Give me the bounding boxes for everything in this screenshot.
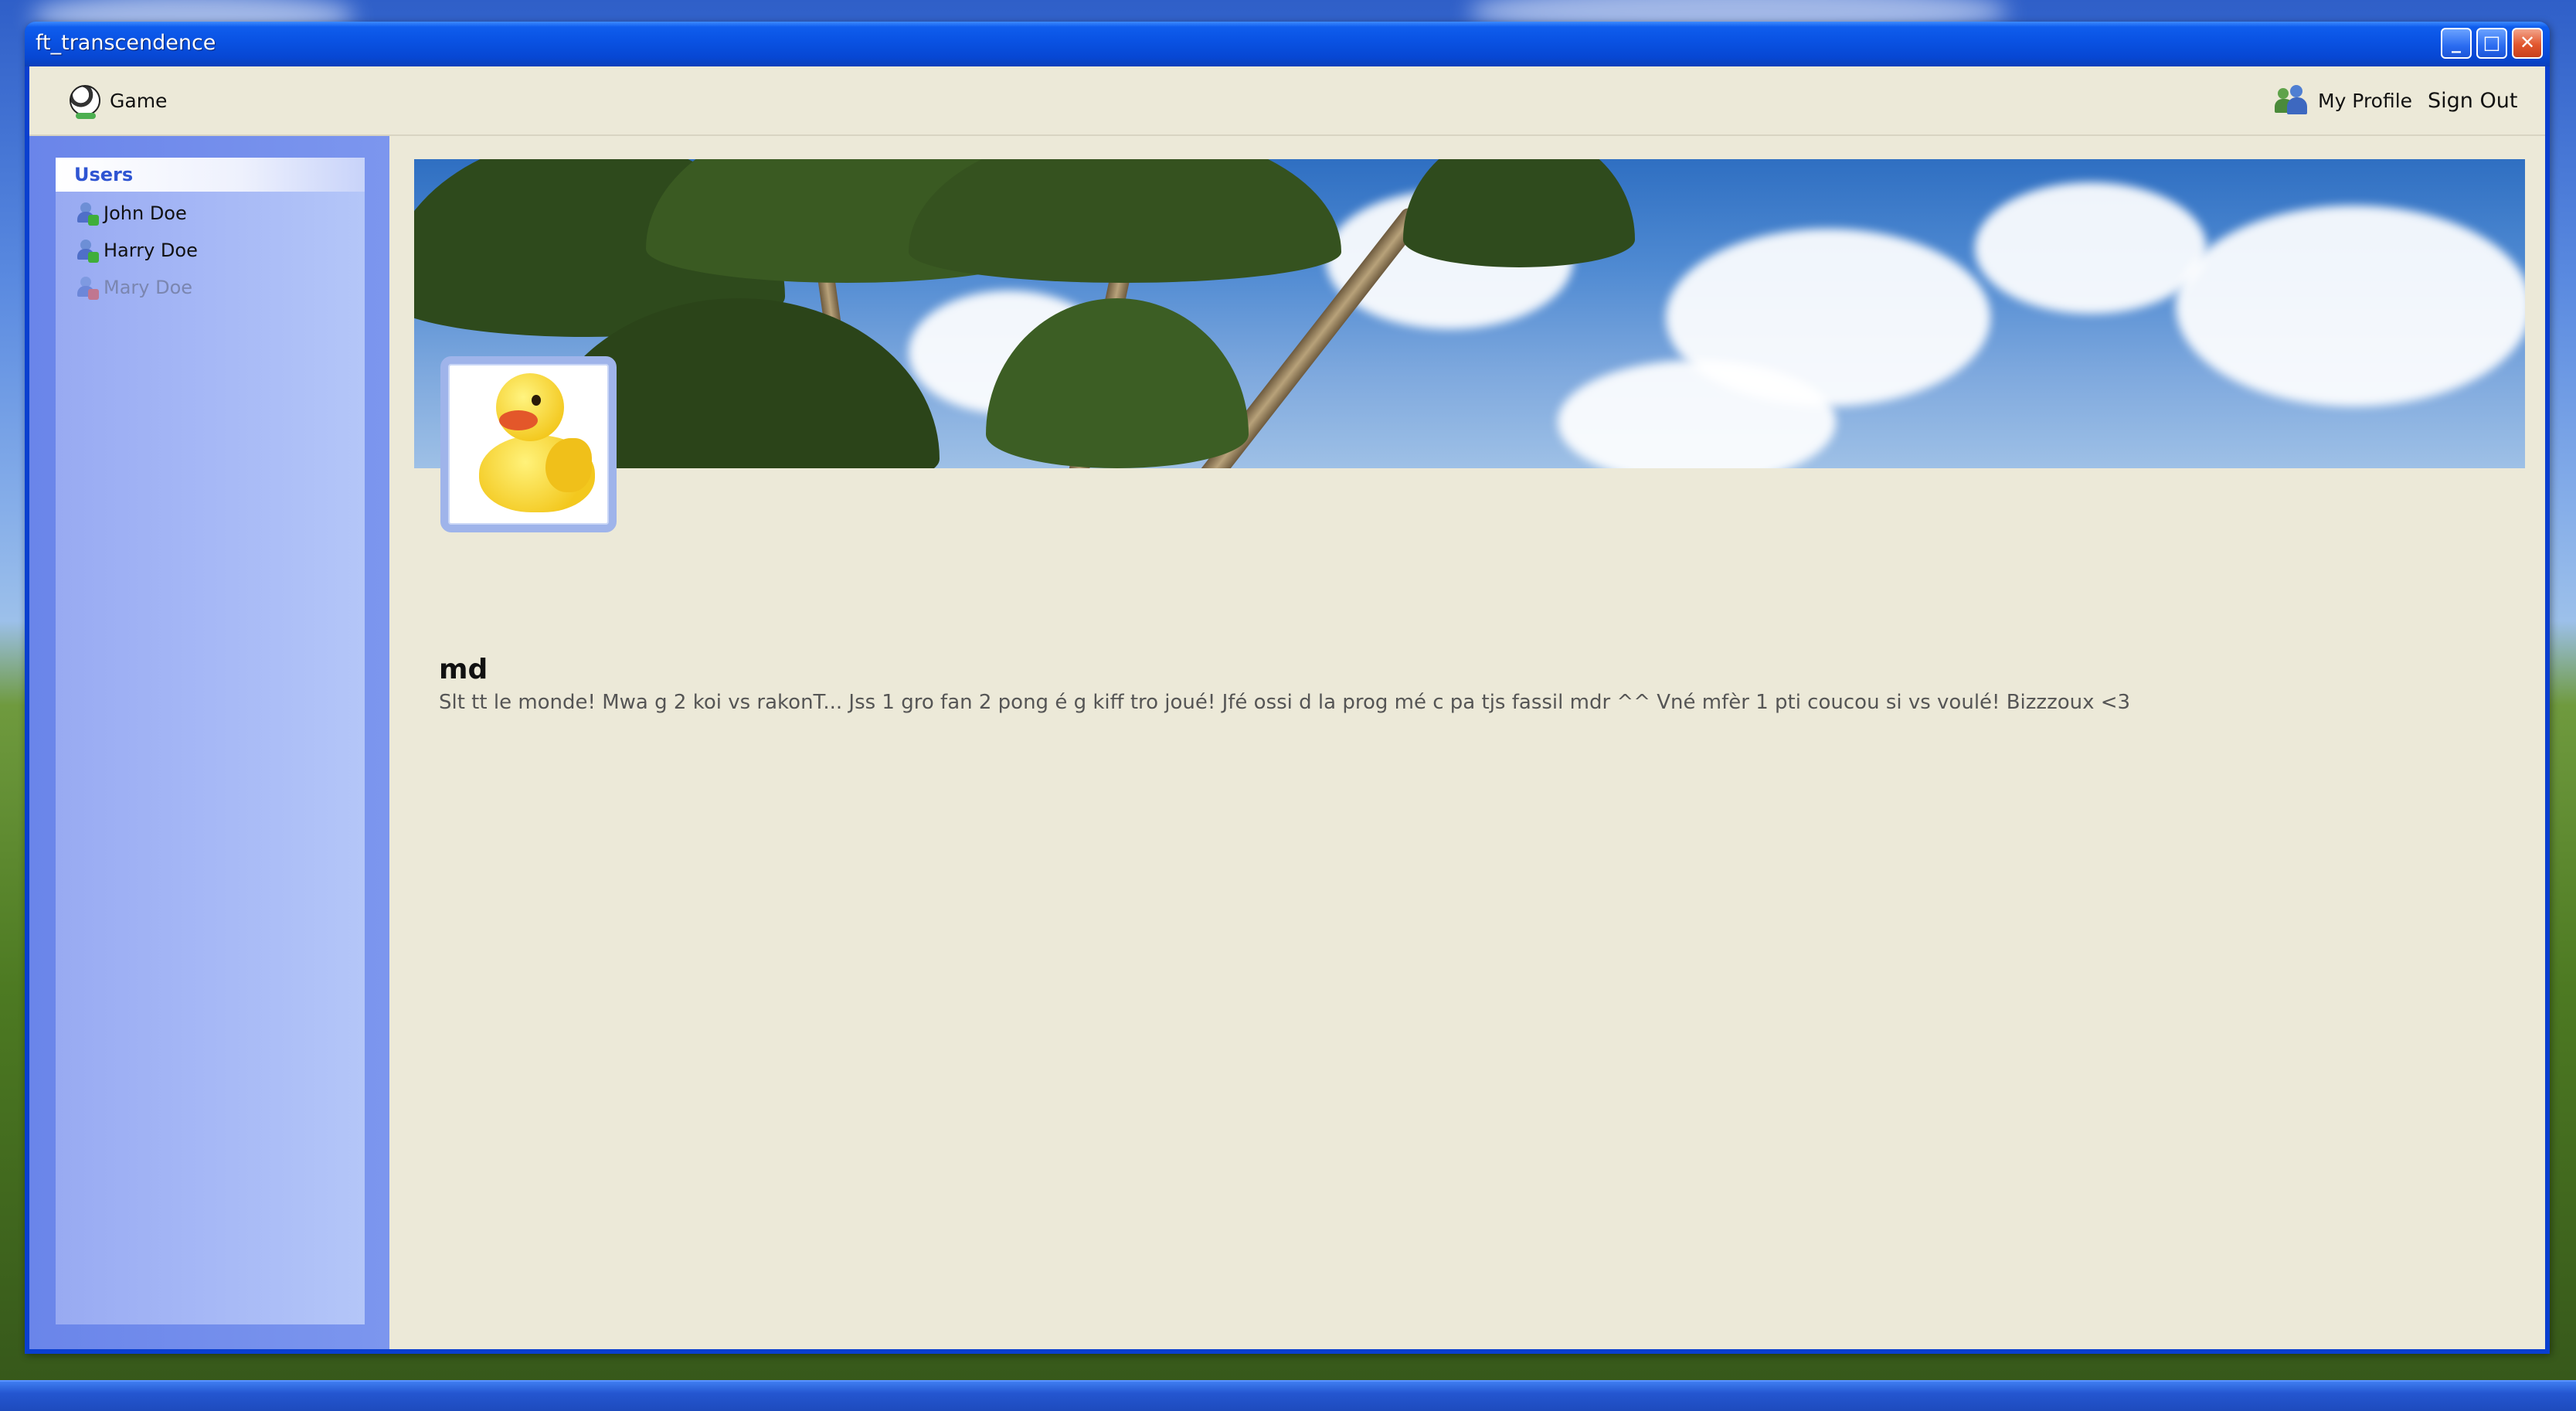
client-area: Game My Profile Sign Out Users John Doe … <box>29 66 2545 1349</box>
maximize-button[interactable]: □ <box>2476 28 2507 59</box>
user-name: John Doe <box>104 202 187 224</box>
profile-avatar <box>440 356 617 532</box>
game-link[interactable]: Game <box>70 83 168 119</box>
my-profile-label: My Profile <box>2318 89 2413 112</box>
users-panel-header: Users <box>56 158 365 192</box>
user-item-mary-doe[interactable]: Mary Doe <box>56 269 365 306</box>
sign-out-link[interactable]: Sign Out <box>2428 83 2517 117</box>
user-name: Harry Doe <box>104 240 198 261</box>
taskbar <box>0 1380 2576 1411</box>
users-icon <box>2275 85 2310 116</box>
window-title: ft_transcendence <box>36 31 216 55</box>
app-window: ft_transcendence _ □ ✕ Game My Profile S… <box>25 22 2550 1354</box>
user-online-icon <box>76 201 99 226</box>
user-online-icon <box>76 238 99 263</box>
top-navigation: Game My Profile Sign Out <box>29 66 2545 136</box>
user-offline-icon <box>76 275 99 300</box>
user-item-john-doe[interactable]: John Doe <box>56 195 365 232</box>
game-label: Game <box>110 89 168 112</box>
my-profile-link[interactable]: My Profile <box>2275 83 2412 117</box>
profile-banner-image <box>414 159 2525 468</box>
profile-bio: Slt tt le monde! Mwa g 2 koi vs rakonT..… <box>439 691 2131 714</box>
user-item-harry-doe[interactable]: Harry Doe <box>56 232 365 269</box>
close-button[interactable]: ✕ <box>2512 28 2543 59</box>
users-panel: Users John Doe Harry Doe Mary Doe <box>56 158 365 1324</box>
sign-out-label: Sign Out <box>2428 88 2518 113</box>
profile-content: md Slt tt le monde! Mwa g 2 koi vs rakon… <box>389 136 2545 1349</box>
minimize-button[interactable]: _ <box>2441 28 2472 59</box>
user-name: Mary Doe <box>104 277 193 298</box>
profile-username: md <box>439 654 488 685</box>
soccer-ball-icon <box>70 85 100 119</box>
title-bar[interactable]: ft_transcendence _ □ ✕ <box>25 22 2550 66</box>
